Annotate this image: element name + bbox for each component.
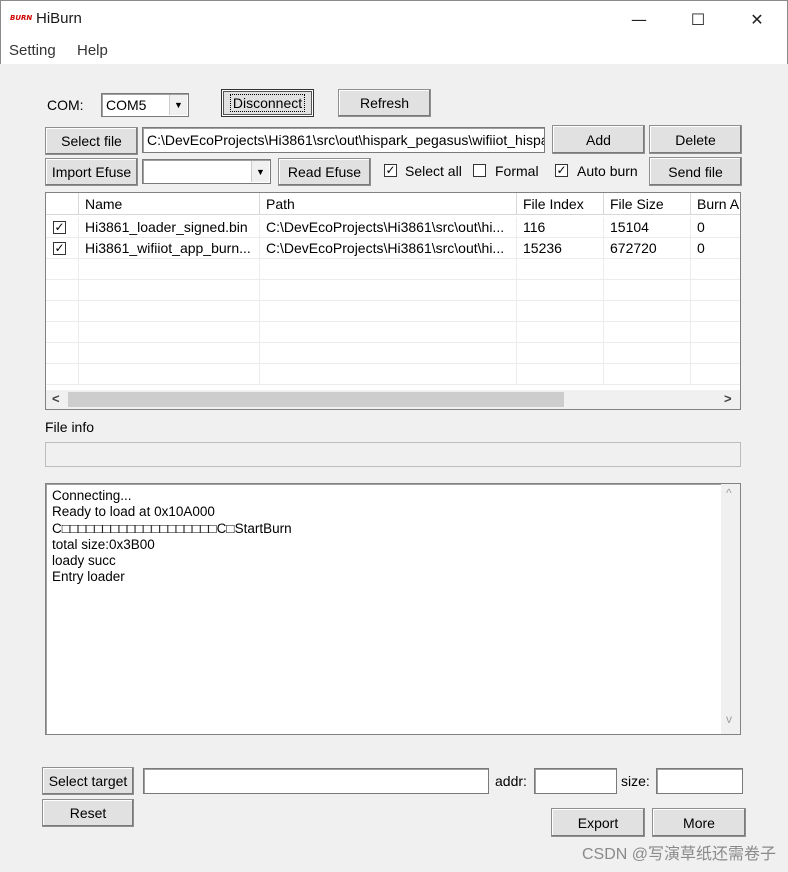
auto-burn-label: Auto burn [577,163,638,179]
auto-burn-checkbox[interactable]: ✓ [555,164,568,177]
row-burn-addr: 0 [691,238,740,259]
more-button[interactable]: More [652,808,746,837]
row-name: Hi3861_wifiiot_app_burn... [79,238,260,259]
log-line: Connecting... [52,488,132,503]
select-file-button[interactable]: Select file [45,127,138,155]
log-lines: Connecting... Ready to load at 0x10A000 … [52,488,292,586]
empty-row [46,280,740,301]
col-check[interactable] [46,193,79,215]
close-button[interactable]: ✕ [728,0,786,38]
row-name: Hi3861_loader_signed.bin [79,217,260,238]
row-checkbox[interactable]: ✓ [53,242,66,255]
scroll-left-icon[interactable]: < [52,391,60,406]
disconnect-button[interactable]: Disconnect [221,89,314,117]
efuse-select[interactable]: ▼ [142,159,271,184]
chevron-down-icon[interactable]: ▼ [251,161,269,182]
row-path: C:\DevEcoProjects\Hi3861\src\out\hi... [260,238,517,259]
select-target-button[interactable]: Select target [42,767,134,795]
scroll-up-icon[interactable]: ^ [726,486,732,500]
row-checkbox[interactable]: ✓ [53,221,66,234]
col-path[interactable]: Path [260,193,517,215]
col-file-size[interactable]: File Size [604,193,691,215]
formal-checkbox[interactable] [473,164,486,177]
log-output[interactable]: Connecting... Ready to load at 0x10A000 … [45,483,741,735]
empty-row [46,322,740,343]
row-file-index: 116 [517,217,604,238]
col-file-index[interactable]: File Index [517,193,604,215]
import-efuse-button[interactable]: Import Efuse [45,158,138,186]
log-line: Entry loader [52,569,125,585]
log-line: total size:0x3B00 [52,536,155,552]
menu-bar [0,38,788,64]
empty-row [46,259,740,280]
refresh-button[interactable]: Refresh [338,89,431,117]
target-path-input[interactable] [143,768,489,794]
col-name[interactable]: Name [79,193,260,215]
add-button[interactable]: Add [552,125,645,154]
table-header: Name Path File Index File Size Burn A [46,193,740,215]
addr-label: addr: [495,773,527,789]
file-info-bar [45,442,741,467]
file-path-input[interactable]: C:\DevEcoProjects\Hi3861\src\out\hispark… [142,127,545,153]
scroll-thumb[interactable] [68,392,564,407]
log-line: loady succ [52,553,116,569]
file-table: Name Path File Index File Size Burn A ✓ … [45,192,741,410]
export-button[interactable]: Export [551,808,645,837]
row-file-size: 672720 [604,238,691,259]
maximize-button[interactable]: ☐ [669,0,727,38]
empty-row [46,343,740,364]
table-row[interactable]: ✓ Hi3861_loader_signed.bin C:\DevEcoProj… [46,217,740,238]
log-line: Ready to load at 0x10A000 [52,504,215,520]
csdn-watermark: CSDN @写演草纸还需卷子 [581,846,776,863]
size-input[interactable] [656,768,743,794]
menu-setting[interactable]: Setting [9,42,56,59]
log-line: C□□□□□□□□□□□□□□□□□□□C□StartBurn [52,520,292,536]
col-burn-addr[interactable]: Burn A [691,193,740,215]
read-efuse-button[interactable]: Read Efuse [278,158,371,186]
row-burn-addr: 0 [691,217,740,238]
com-label: COM: [47,97,84,113]
minimize-button[interactable]: — [610,0,668,38]
hiburn-app-icon: BURN [10,14,33,22]
size-label: size: [621,773,650,789]
reset-button[interactable]: Reset [42,799,134,827]
select-all-checkbox[interactable]: ✓ [384,164,397,177]
table-horizontal-scrollbar[interactable]: < > [46,390,740,409]
formal-label: Formal [495,163,539,179]
select-all-label: Select all [405,163,462,179]
table-row[interactable]: ✓ Hi3861_wifiiot_app_burn... C:\DevEcoPr… [46,238,740,259]
disconnect-label: Disconnect [229,94,306,112]
menu-help[interactable]: Help [77,42,108,59]
window-title: HiBurn [36,10,82,27]
scroll-down-icon[interactable]: v [726,712,732,726]
empty-row [46,301,740,322]
row-file-size: 15104 [604,217,691,238]
delete-button[interactable]: Delete [649,125,742,154]
addr-input[interactable] [534,768,617,794]
com-port-select[interactable]: COM5 ▼ [101,93,189,117]
com-port-value: COM5 [106,97,147,113]
row-check-cell: ✓ [46,217,79,238]
chevron-down-icon[interactable]: ▼ [169,95,187,115]
row-file-index: 15236 [517,238,604,259]
scroll-right-icon[interactable]: > [724,391,732,406]
empty-row [46,364,740,385]
send-file-button[interactable]: Send file [649,157,742,186]
log-vertical-scrollbar[interactable]: ^ v [721,484,740,734]
file-info-label: File info [45,419,95,435]
row-path: C:\DevEcoProjects\Hi3861\src\out\hi... [260,217,517,238]
row-check-cell: ✓ [46,238,79,259]
